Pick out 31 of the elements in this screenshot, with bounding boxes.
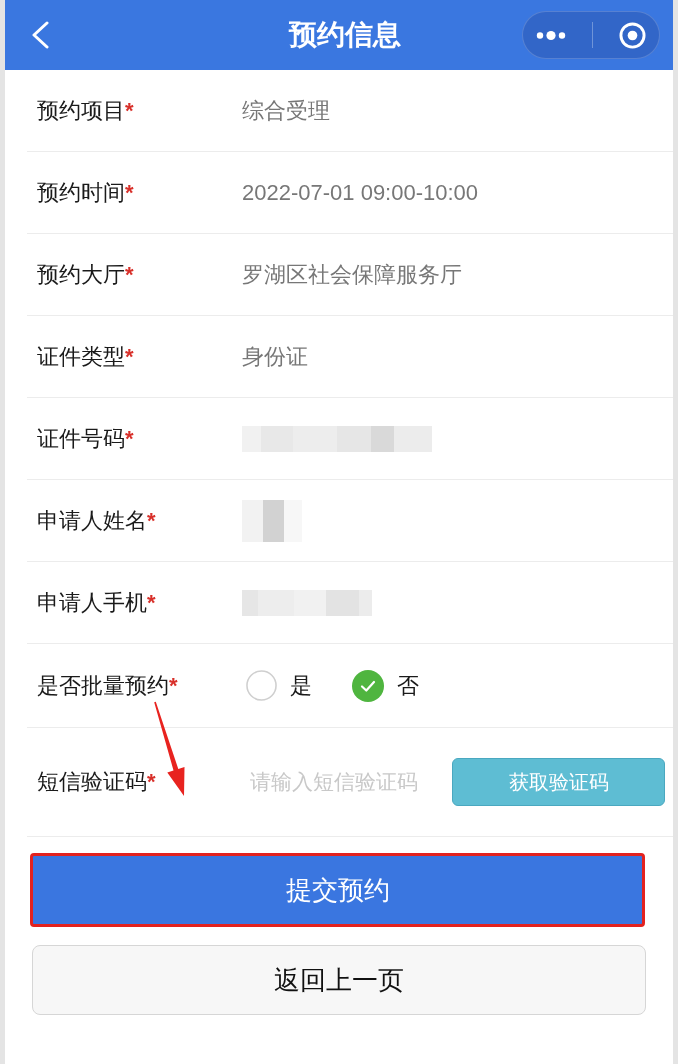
field-value: 综合受理 [242, 96, 330, 125]
radio-option[interactable]: 否 [352, 669, 419, 702]
field-label: 申请人手机 [37, 588, 147, 617]
back-button[interactable]: 返回上一页 [32, 945, 646, 1015]
ring-dot-icon[interactable] [619, 21, 646, 49]
field-label: 预约大厅 [37, 260, 125, 289]
field-label: 证件类型 [37, 342, 125, 371]
required-asterisk: * [125, 425, 134, 452]
field-value: 2022-07-01 09:00-10:00 [242, 179, 479, 206]
required-asterisk: * [169, 672, 178, 699]
field-label: 证件号码 [37, 424, 125, 453]
back-icon[interactable] [30, 21, 50, 49]
required-asterisk: * [125, 179, 134, 206]
required-asterisk: * [147, 507, 156, 534]
field-value: 罗湖区社会保障服务厅 [242, 260, 462, 289]
required-asterisk: * [147, 769, 156, 795]
required-asterisk: * [125, 261, 134, 288]
field-label: 预约项目 [37, 96, 125, 125]
radio-option[interactable]: 是 [246, 670, 312, 701]
field-label: 短信验证码 [37, 768, 147, 796]
page-title: 预约信息 [289, 18, 401, 52]
required-asterisk: * [147, 589, 156, 616]
required-asterisk: * [125, 343, 134, 370]
field-label: 申请人姓名 [37, 506, 147, 535]
submit-button[interactable]: 提交预约 [30, 853, 645, 927]
field-label: 是否批量预约 [37, 671, 169, 700]
required-asterisk: * [125, 97, 134, 124]
more-icon[interactable] [536, 29, 566, 41]
redacted-value [242, 499, 302, 542]
field-value: 身份证 [242, 342, 308, 371]
field-label: 预约时间 [37, 178, 125, 207]
